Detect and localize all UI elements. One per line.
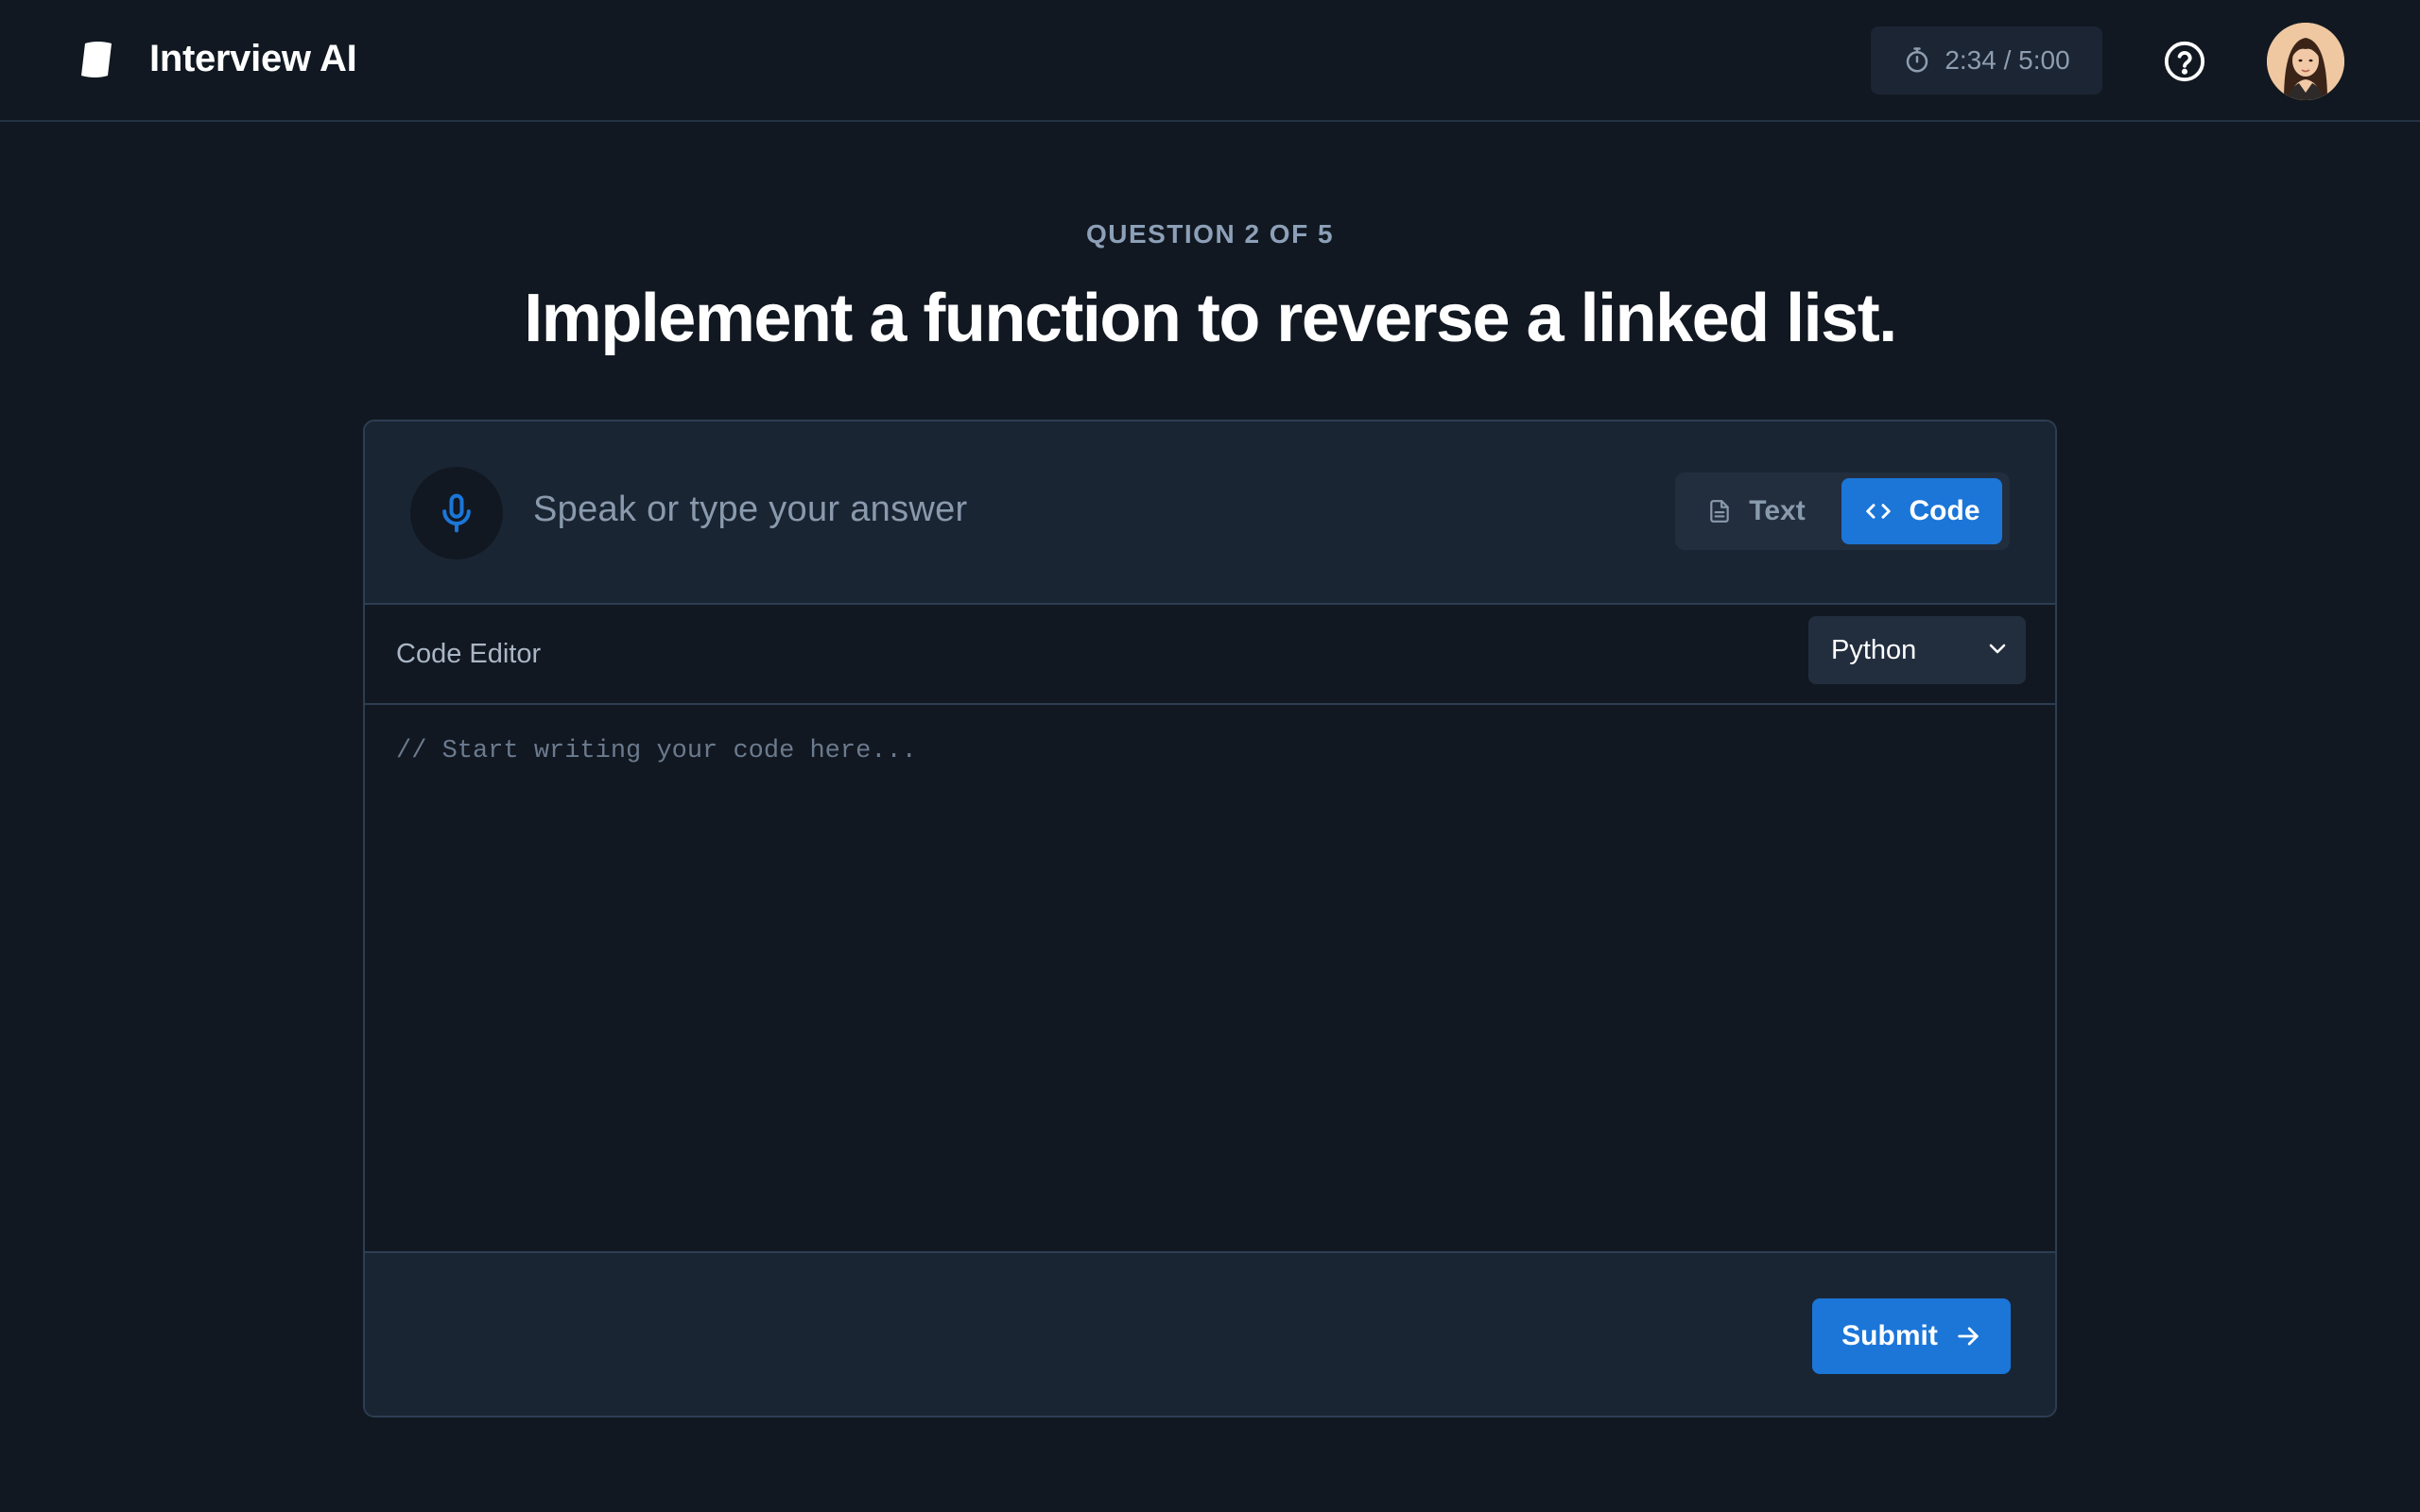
question-title: Implement a function to reverse a linked… <box>524 281 1897 356</box>
code-editor-placeholder: // Start writing your code here... <box>396 737 917 765</box>
microphone-icon <box>442 493 471 533</box>
user-avatar[interactable] <box>2267 23 2344 100</box>
brand[interactable]: Interview AI <box>78 38 357 80</box>
code-editor-toolbar: Code Editor Python <box>365 605 2055 705</box>
arrow-right-icon <box>1958 1327 1979 1346</box>
interview-timer: 2:34 / 5:00 <box>1871 26 2102 94</box>
help-circle-icon[interactable] <box>2163 40 2206 83</box>
code-editor[interactable]: // Start writing your code here... <box>365 705 2055 1251</box>
answer-panel-footer: Submit <box>365 1251 2055 1416</box>
answer-mode-toggle: Text Code <box>1675 472 2010 550</box>
answer-panel: Speak or type your answer Text Code Code… <box>363 420 2057 1418</box>
code-icon <box>1865 504 1891 519</box>
answer-input-bar: Speak or type your answer Text Code <box>365 421 2055 605</box>
question-counter: QUESTION 2 OF 5 <box>1085 219 1335 249</box>
microphone-button[interactable] <box>410 467 503 559</box>
code-editor-label: Code Editor <box>396 639 542 669</box>
stopwatch-icon <box>1907 47 1928 73</box>
app-name: Interview AI <box>149 38 357 79</box>
submit-button[interactable]: Submit <box>1812 1298 2011 1374</box>
language-value: Python <box>1831 635 1917 665</box>
answer-input-placeholder[interactable]: Speak or type your answer <box>533 490 968 530</box>
document-icon <box>1710 500 1730 523</box>
mode-code-button[interactable]: Code <box>1841 478 2002 544</box>
language-select[interactable]: Python <box>1808 616 2026 684</box>
mode-code-label: Code <box>1909 495 1980 526</box>
avatar-portrait <box>2267 23 2344 100</box>
chevron-down-icon <box>1989 644 2006 654</box>
brand-logo-icon <box>81 41 112 77</box>
mode-text-label: Text <box>1749 495 1806 526</box>
submit-label: Submit <box>1841 1320 1938 1351</box>
top-bar: Interview AI 2:34 / 5:00 <box>0 0 2420 122</box>
timer-value: 2:34 / 5:00 <box>1945 45 2070 75</box>
mode-text-button[interactable]: Text <box>1681 478 1832 544</box>
